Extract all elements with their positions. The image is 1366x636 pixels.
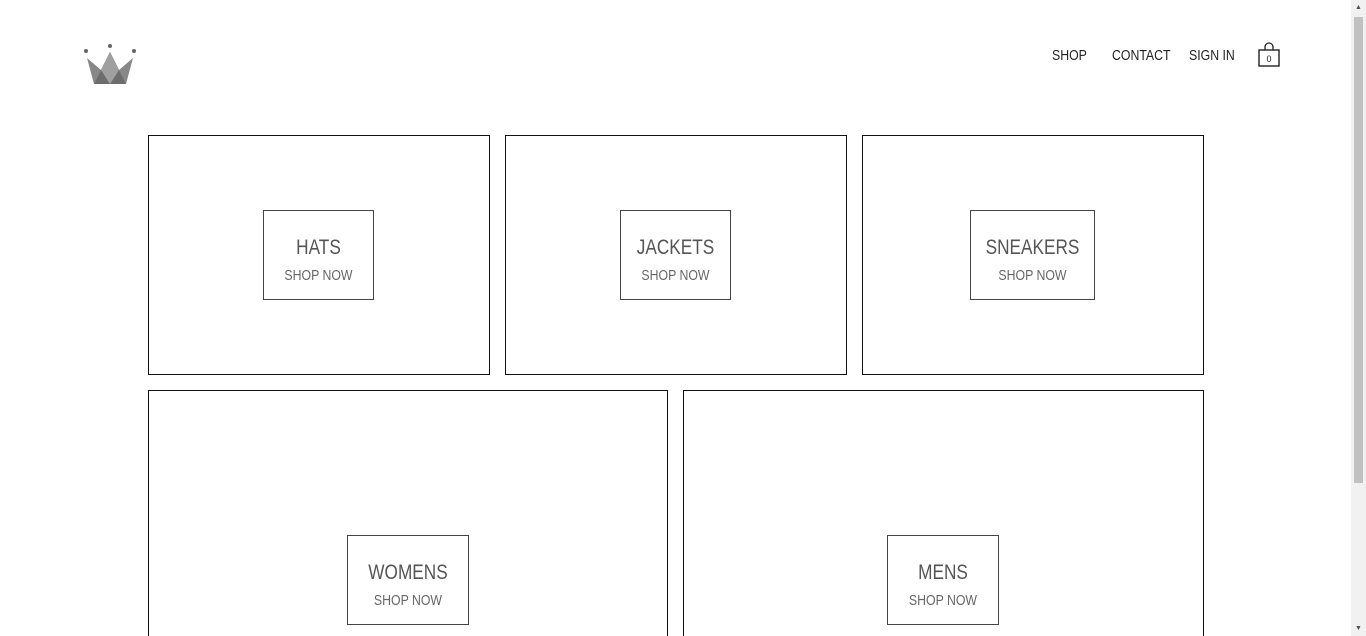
shop-now-link[interactable]: SHOP NOW [631, 267, 720, 285]
category-tile-hats[interactable]: HATS SHOP NOW [148, 135, 490, 375]
cart-count: 0 [1266, 54, 1272, 64]
shop-now-link[interactable]: SHOP NOW [359, 592, 457, 610]
category-title: WOMENS [368, 561, 448, 584]
nav-sign-in-link[interactable]: SIGN IN [1189, 44, 1235, 68]
category-label-box[interactable]: SNEAKERS SHOP NOW [970, 210, 1095, 300]
category-tile-sneakers[interactable]: SNEAKERS SHOP NOW [862, 135, 1204, 375]
category-title: SNEAKERS [985, 236, 1080, 259]
scrollbar-thumb[interactable] [1354, 17, 1363, 483]
category-label-box[interactable]: WOMENS SHOP NOW [347, 535, 469, 625]
category-label-box[interactable]: JACKETS SHOP NOW [620, 210, 731, 300]
page: SHOP CONTACT SIGN IN 0 HATS SHOP NOW JAC… [0, 0, 1366, 636]
category-tile-womens[interactable]: WOMENS SHOP NOW [148, 390, 668, 636]
category-title: HATS [296, 236, 341, 259]
category-tile-mens[interactable]: MENS SHOP NOW [683, 390, 1204, 636]
category-tile-jackets[interactable]: JACKETS SHOP NOW [505, 135, 847, 375]
cart-button[interactable]: 0 [1257, 42, 1281, 68]
category-title: JACKETS [636, 236, 715, 259]
category-label-box[interactable]: MENS SHOP NOW [887, 535, 999, 625]
nav-shop-link[interactable]: SHOP [1052, 44, 1087, 68]
crown-icon[interactable] [84, 44, 136, 86]
category-title: MENS [918, 561, 968, 584]
category-label-box[interactable]: HATS SHOP NOW [263, 210, 374, 300]
scroll-down-arrow-icon[interactable]: ▼ [1351, 621, 1366, 636]
shop-now-link[interactable]: SHOP NOW [898, 592, 988, 610]
shop-now-link[interactable]: SHOP NOW [982, 267, 1083, 285]
vertical-scrollbar[interactable]: ▲ ▼ [1351, 0, 1366, 636]
scroll-up-arrow-icon[interactable]: ▲ [1351, 0, 1366, 15]
nav-contact-link[interactable]: CONTACT [1112, 44, 1171, 68]
shop-now-link[interactable]: SHOP NOW [274, 267, 363, 285]
